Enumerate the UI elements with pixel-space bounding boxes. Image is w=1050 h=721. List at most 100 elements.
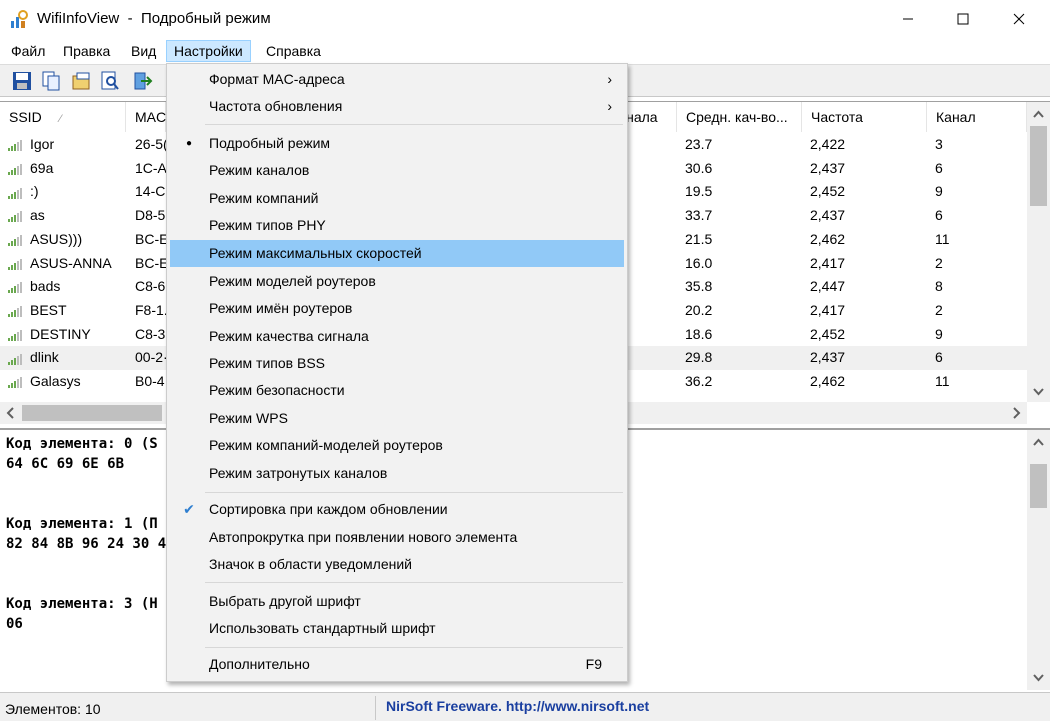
cell-channel: 3 — [935, 136, 943, 152]
detail-line: 82 84 8B 96 24 30 4 — [6, 536, 167, 552]
maximize-button[interactable] — [940, 0, 986, 38]
cell-avg-quality: 16.0 — [685, 254, 713, 271]
minimize-button[interactable] — [885, 0, 931, 38]
column-header-channel[interactable]: Канал — [927, 102, 1027, 132]
column-header-ssid[interactable]: SSID ⁄ — [0, 102, 126, 132]
find-icon[interactable] — [99, 70, 121, 92]
checkmark-icon: ✔ — [183, 501, 195, 517]
menu-item-phy-mode[interactable]: Режим типов PHY — [170, 212, 624, 239]
menu-file[interactable]: Файл — [4, 40, 52, 62]
wifi-app-icon — [11, 10, 28, 28]
ssid-text: ASUS))) — [30, 230, 83, 247]
ssid-text: 69a — [30, 159, 54, 176]
submenu-arrow-icon: › — [607, 98, 612, 114]
scroll-thumb[interactable] — [1030, 464, 1047, 508]
menu-item-choose-font[interactable]: Выбрать другой шрифт — [170, 588, 624, 615]
cell-mac: BC-E — [135, 254, 169, 271]
menu-view[interactable]: Вид — [124, 40, 163, 62]
menu-item-default-font[interactable]: Использовать стандартный шрифт — [170, 615, 624, 642]
signal-strength-icon — [8, 376, 28, 389]
cell-channel: 11 — [935, 373, 950, 389]
detail-line: Код элемента: 3 (Н — [6, 596, 158, 612]
menu-item-refresh-rate[interactable]: Частота обновления › — [170, 93, 624, 120]
nirsoft-link[interactable]: NirSoft Freeware. http://www.nirsoft.net — [386, 698, 649, 714]
menu-item-channels-mode[interactable]: Режим каналов — [170, 157, 624, 184]
detail-line: Код элемента: 0 (S — [6, 436, 158, 452]
menu-edit[interactable]: Правка — [56, 40, 117, 62]
menu-item-label: Формат MAC-адреса — [209, 71, 345, 87]
cell-frequency: 2,417 — [810, 254, 846, 271]
detail-line: 06 — [6, 616, 23, 632]
copy-icon[interactable] — [40, 70, 62, 92]
menu-item-max-speed-mode[interactable]: Режим максимальных скоростей — [170, 240, 624, 267]
cell-ssid: dlink — [8, 346, 59, 370]
menu-item-tray-icon[interactable]: Значок в области уведомлений — [170, 551, 624, 578]
column-header-frequency[interactable]: Частота — [802, 102, 927, 132]
close-icon — [1013, 13, 1025, 25]
ssid-text: ASUS-ANNA — [30, 254, 112, 271]
menu-item-bss-mode[interactable]: Режим типов BSS — [170, 350, 624, 377]
menu-separator — [205, 582, 623, 583]
menu-help[interactable]: Справка — [259, 40, 328, 62]
title-separator: - — [127, 10, 133, 27]
signal-strength-icon — [8, 187, 28, 199]
list-vertical-scrollbar[interactable] — [1027, 102, 1050, 402]
status-bar: Элементов: 10 NirSoft Freeware. http://w… — [0, 692, 1050, 721]
menu-item-detailed-mode[interactable]: ● Подробный режим — [170, 130, 624, 157]
menu-item-wps-mode[interactable]: Режим WPS — [170, 405, 624, 432]
signal-strength-icon — [8, 258, 28, 270]
ssid-text: Galasys — [30, 373, 81, 389]
cell-ssid: Galasys — [8, 370, 81, 394]
scroll-up-icon[interactable] — [1027, 432, 1050, 454]
cell-avg-quality: 33.7 — [685, 207, 713, 224]
menu-item-signal-quality-mode[interactable]: Режим качества сигнала — [170, 323, 624, 350]
cell-ssid: bads — [8, 275, 60, 299]
scroll-right-icon[interactable] — [1005, 402, 1027, 424]
menu-item-label: Частота обновления — [209, 98, 343, 114]
scroll-up-icon[interactable] — [1027, 104, 1050, 126]
menu-item-mac-format[interactable]: Формат MAC-адреса › — [170, 66, 624, 93]
menu-item-advanced[interactable]: Дополнительно F9 — [170, 651, 624, 678]
cell-ssid: DESTINY — [8, 323, 91, 347]
submenu-arrow-icon: › — [607, 71, 612, 87]
menu-separator — [205, 647, 623, 648]
menu-item-company-router-mode[interactable]: Режим компаний-моделей роутеров — [170, 432, 624, 459]
cell-ssid: :) — [8, 180, 39, 204]
menu-item-affected-channels-mode[interactable]: Режим затронутых каналов — [170, 460, 624, 487]
menu-item-security-mode[interactable]: Режим безопасности — [170, 377, 624, 404]
menu-item-autoscroll[interactable]: Автопрокрутка при появлении нового элеме… — [170, 524, 624, 551]
scroll-left-icon[interactable] — [0, 402, 22, 424]
cell-avg-quality: 29.8 — [685, 349, 713, 366]
menu-item-sort-on-refresh[interactable]: ✔ Сортировка при каждом обновлении — [170, 496, 624, 523]
column-ssid-label: SSID — [9, 109, 42, 125]
details-vertical-scrollbar[interactable] — [1027, 430, 1050, 690]
menu-separator — [205, 124, 623, 125]
menu-item-router-names-mode[interactable]: Режим имён роутеров — [170, 295, 624, 322]
cell-avg-quality: 19.5 — [685, 183, 713, 200]
menu-bar: Файл Правка Вид Настройки Справка — [0, 38, 1050, 64]
cell-avg-quality: 18.6 — [685, 325, 713, 342]
radio-bullet-icon: ● — [185, 138, 193, 149]
ssid-text: Igor — [30, 136, 55, 152]
item-count: Элементов: 10 — [5, 701, 101, 717]
menu-settings[interactable]: Настройки — [166, 40, 251, 62]
column-header-avg-quality[interactable]: Средн. кач-во... — [677, 102, 802, 132]
menu-shortcut: F9 — [585, 656, 602, 672]
save-icon[interactable] — [11, 70, 33, 92]
cell-avg-quality: 20.2 — [685, 301, 713, 318]
hscroll-thumb[interactable] — [22, 405, 162, 421]
exit-icon[interactable] — [131, 70, 153, 92]
properties-icon[interactable] — [71, 70, 93, 92]
scroll-down-icon[interactable] — [1027, 380, 1050, 402]
close-button[interactable] — [996, 0, 1042, 38]
scroll-thumb[interactable] — [1030, 126, 1047, 206]
menu-item-router-models-mode[interactable]: Режим моделей роутеров — [170, 268, 624, 295]
cell-avg-quality: 36.2 — [685, 373, 713, 389]
cell-frequency: 2,417 — [810, 301, 846, 318]
cell-frequency: 2,422 — [810, 136, 846, 152]
column-header-mac[interactable]: MAC — [126, 102, 166, 132]
cell-mac: BC-E — [135, 230, 169, 247]
scroll-down-icon[interactable] — [1027, 666, 1050, 688]
menu-item-companies-mode[interactable]: Режим компаний — [170, 185, 624, 212]
ssid-text: bads — [30, 278, 61, 295]
